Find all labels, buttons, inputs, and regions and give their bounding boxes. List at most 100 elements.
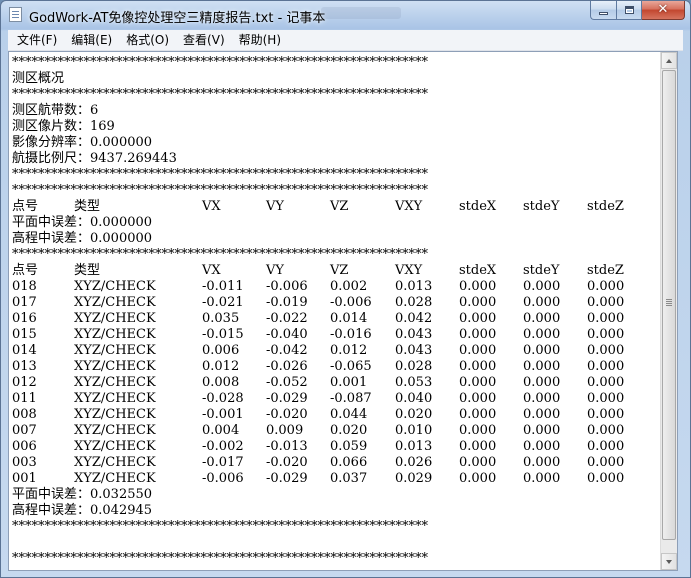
- table-cell-3: -0.013: [266, 439, 308, 454]
- table-cell-6: 0.000: [459, 455, 497, 470]
- column-header-1: 类型: [74, 199, 101, 214]
- menu-bar: 文件(F) 编辑(E) 格式(O) 查看(V) 帮助(H): [8, 30, 683, 51]
- table-cell-7: 0.000: [523, 295, 561, 310]
- table-cell-6: 0.000: [459, 327, 497, 342]
- table-cell-0: 015: [12, 327, 37, 342]
- table-cell-1: XYZ/CHECK: [74, 375, 156, 390]
- table-row: 013 XYZ/CHECK 0.012 -0.026 -0.065 0.028 0.000 0…: [12, 359, 660, 375]
- menu-edit[interactable]: 编辑(E): [64, 30, 119, 50]
- table-row: 001 XYZ/CHECK -0.006 -0.029 0.037 0.029 0.000 0…: [12, 471, 660, 487]
- table-cell-2: -0.006: [202, 471, 244, 486]
- table-cell-4: -0.087: [330, 391, 372, 406]
- table-cell-3: 0.009: [266, 423, 304, 438]
- maximize-button[interactable]: [616, 1, 642, 20]
- menu-help[interactable]: 帮助(H): [232, 30, 288, 50]
- table-cell-8: 0.000: [587, 471, 625, 486]
- table-cell-2: -0.002: [202, 439, 244, 454]
- column-header-3: VY: [266, 263, 284, 278]
- table-cell-2: -0.028: [202, 391, 244, 406]
- table-cell-8: 0.000: [587, 279, 625, 294]
- table-cell-3: -0.029: [266, 471, 308, 486]
- control-plane-error: 平面中误差：0.000000: [12, 215, 153, 230]
- editor-frame: ****************************************…: [8, 51, 678, 571]
- table-cell-3: -0.029: [266, 391, 308, 406]
- table-cell-3: -0.052: [266, 375, 308, 390]
- table-cell-4: 0.014: [330, 311, 368, 326]
- column-header-7: stdeY: [523, 263, 560, 278]
- table-row: 018 XYZ/CHECK -0.011 -0.006 0.002 0.013 0.000 0…: [12, 279, 660, 295]
- table-cell-7: 0.000: [523, 359, 561, 374]
- table-cell-0: 011: [12, 391, 37, 406]
- scroll-down-button[interactable]: [661, 553, 677, 570]
- scroll-up-button[interactable]: [661, 52, 677, 69]
- column-header-5: VXY: [395, 199, 423, 214]
- table-cell-7: 0.000: [523, 327, 561, 342]
- column-header-3: VY: [266, 199, 284, 214]
- menu-format[interactable]: 格式(O): [119, 30, 176, 50]
- title-bar[interactable]: GodWork-AT免像控处理空三精度报告.txt - 记事本 ✕: [1, 1, 690, 29]
- text-editor[interactable]: ****************************************…: [9, 52, 660, 570]
- vertical-scrollbar[interactable]: [660, 52, 677, 570]
- table-cell-2: -0.021: [202, 295, 244, 310]
- table-cell-2: -0.011: [202, 279, 244, 294]
- table-cell-7: 0.000: [523, 455, 561, 470]
- minimize-button[interactable]: [590, 1, 616, 20]
- table-cell-2: -0.017: [202, 455, 244, 470]
- column-header-4: VZ: [330, 263, 349, 278]
- separator-line: ****************************************…: [12, 167, 428, 182]
- notepad-icon[interactable]: [9, 7, 22, 22]
- table-cell-4: 0.001: [330, 375, 368, 390]
- table-cell-4: 0.044: [330, 407, 368, 422]
- scroll-thumb[interactable]: [662, 70, 676, 540]
- table-cell-7: 0.000: [523, 279, 561, 294]
- table-cell-0: 007: [12, 423, 37, 438]
- table-cell-8: 0.000: [587, 423, 625, 438]
- table-cell-4: 0.002: [330, 279, 368, 294]
- separator-line: ****************************************…: [12, 55, 428, 70]
- menu-view[interactable]: 查看(V): [176, 30, 232, 50]
- column-header-4: VZ: [330, 199, 349, 214]
- table-cell-6: 0.000: [459, 343, 497, 358]
- table-cell-5: 0.013: [395, 439, 433, 454]
- table-row: 015 XYZ/CHECK -0.015 -0.040 -0.016 0.043 0.000…: [12, 327, 660, 343]
- table-row: 012 XYZ/CHECK 0.008 -0.052 0.001 0.053 0.000 0.…: [12, 375, 660, 391]
- table-cell-2: 0.004: [202, 423, 240, 438]
- table-cell-0: 001: [12, 471, 37, 486]
- table-cell-5: 0.026: [395, 455, 433, 470]
- table-cell-0: 016: [12, 311, 37, 326]
- title-glass-blur: [321, 7, 401, 19]
- maximize-icon: [625, 6, 634, 14]
- table-cell-8: 0.000: [587, 439, 625, 454]
- menu-file[interactable]: 文件(F): [10, 30, 64, 50]
- table-cell-0: 017: [12, 295, 37, 310]
- table-row: 011 XYZ/CHECK -0.028 -0.029 -0.087 0.040 0.000…: [12, 391, 660, 407]
- table-cell-2: -0.001: [202, 407, 244, 422]
- table-cell-7: 0.000: [523, 423, 561, 438]
- table-cell-0: 008: [12, 407, 37, 422]
- table-cell-6: 0.000: [459, 423, 497, 438]
- window-title: GodWork-AT免像控处理空三精度报告.txt - 记事本: [29, 11, 326, 26]
- table-cell-8: 0.000: [587, 375, 625, 390]
- column-header-5: VXY: [395, 263, 423, 278]
- table-cell-7: 0.000: [523, 471, 561, 486]
- summary-line: 测区航带数：6: [12, 103, 99, 118]
- table-row: 014 XYZ/CHECK 0.006 -0.042 0.012 0.043 0.000 0.…: [12, 343, 660, 359]
- table-cell-6: 0.000: [459, 391, 497, 406]
- table-cell-5: 0.043: [395, 327, 433, 342]
- table-cell-6: 0.000: [459, 359, 497, 374]
- table-cell-3: -0.042: [266, 343, 308, 358]
- summary-line: 测区像片数：169: [12, 119, 115, 134]
- table-cell-4: -0.016: [330, 327, 372, 342]
- check-height-error: 高程中误差：0.042945: [12, 503, 153, 518]
- column-header-8: stdeZ: [587, 199, 624, 214]
- table-row: 017 XYZ/CHECK -0.021 -0.019 -0.006 0.028 0.000…: [12, 295, 660, 311]
- close-button[interactable]: ✕: [642, 1, 685, 20]
- table-cell-3: -0.006: [266, 279, 308, 294]
- column-header-row: 点号 类型 VX VY VZ VXY stdeX stdeY stdeZ: [12, 199, 660, 215]
- separator-line: ****************************************…: [12, 519, 428, 534]
- table-cell-4: 0.059: [330, 439, 368, 454]
- column-header-7: stdeY: [523, 199, 560, 214]
- table-cell-5: 0.042: [395, 311, 433, 326]
- table-cell-3: -0.020: [266, 407, 308, 422]
